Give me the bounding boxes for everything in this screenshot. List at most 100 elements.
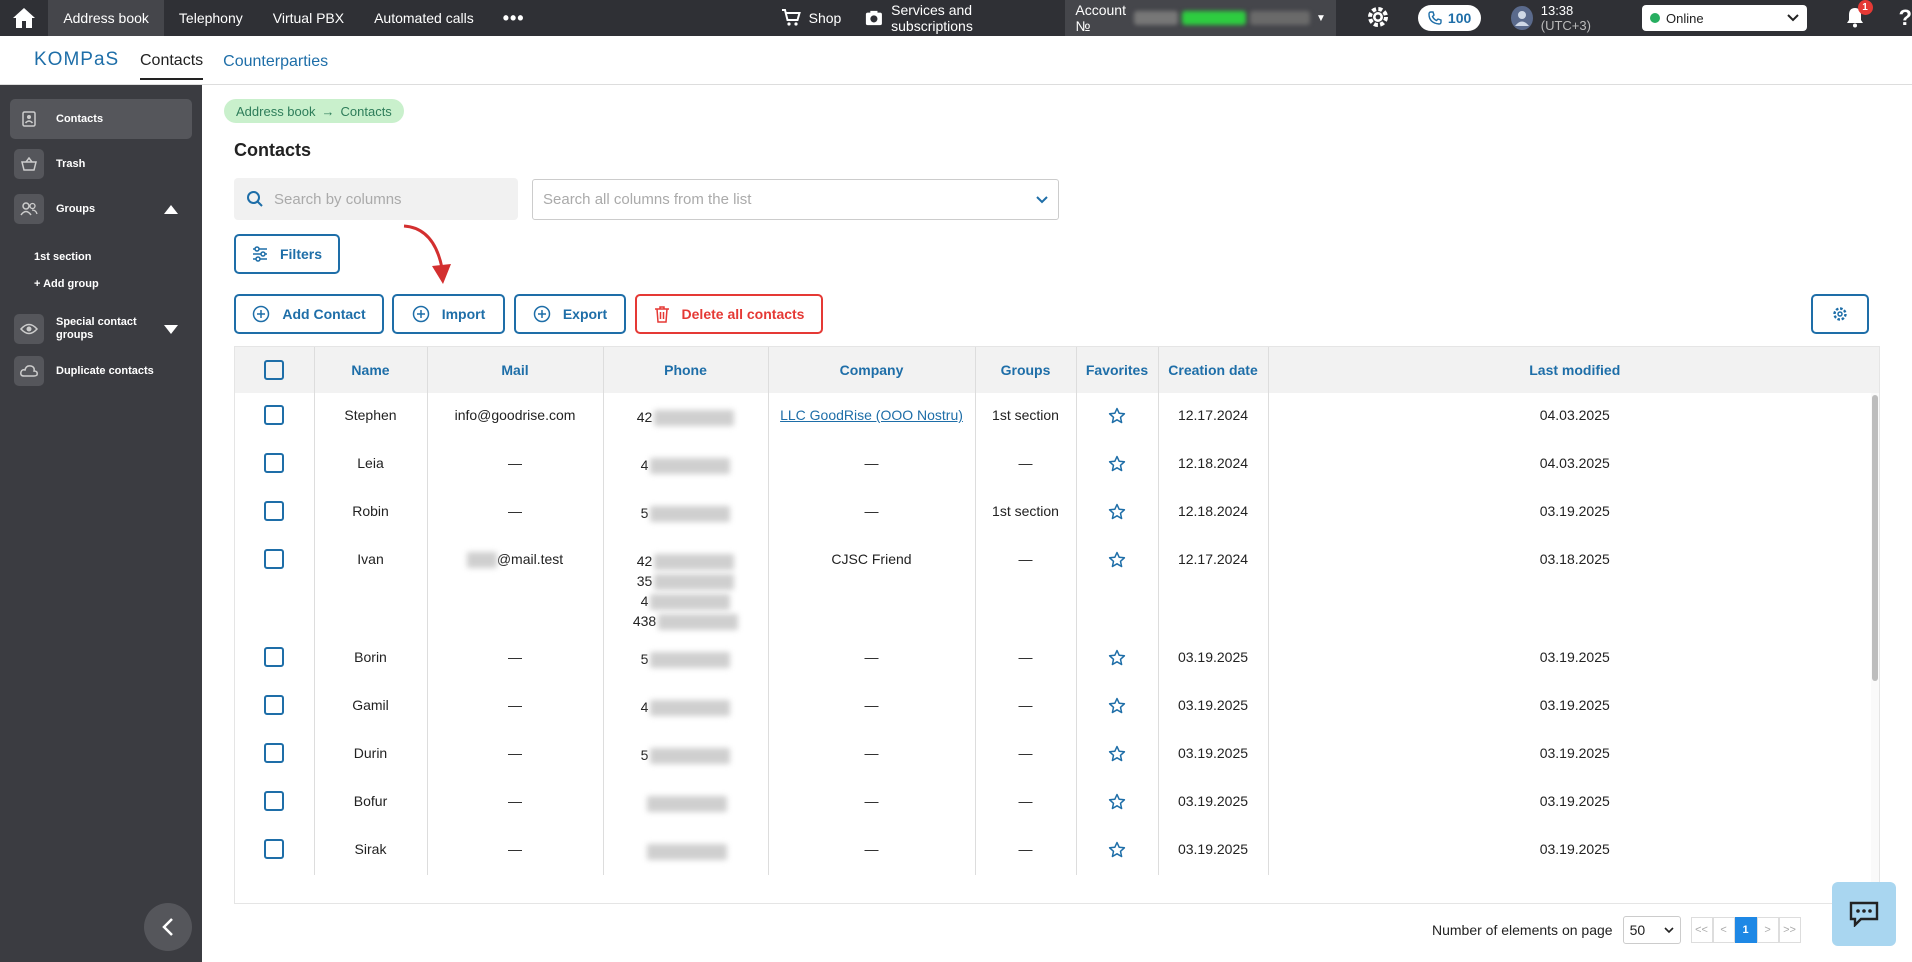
cell-mail: — [427,827,604,875]
table-scrollbar[interactable] [1871,393,1879,903]
delete-all-contacts-button[interactable]: Delete all contacts [635,294,823,334]
row-select-cell [235,683,315,731]
add-contact-label: Add Contact [282,306,366,322]
star-icon[interactable] [1108,551,1126,572]
sidebar-item-label: Duplicate contacts [56,365,154,377]
table-row[interactable]: Robin — 5 — 1st section 12.18.2024 03.19.2025 [235,489,1879,537]
export-button[interactable]: Export [514,294,626,334]
search-input[interactable] [274,190,494,208]
more-menu-button[interactable]: ••• [489,8,539,29]
nav-virtual-pbx[interactable]: Virtual PBX [258,0,359,36]
table-row[interactable]: Stephen info@goodrise.com 42 LLC GoodRise (… [235,393,1879,441]
select-all-checkbox[interactable] [264,360,285,380]
chevron-down-icon [1663,926,1674,933]
contacts-table-body: Stephen info@goodrise.com 42 LLC GoodRise (… [235,393,1879,875]
shop-link[interactable]: Shop [769,9,854,27]
scrollbar-thumb[interactable] [1872,395,1878,681]
first-page-button[interactable]: << [1690,917,1713,943]
column-header-last-modified[interactable]: Last modified [1268,347,1879,393]
filters-button[interactable]: Filters [234,234,340,274]
contacts-table: Name Mail Phone Company Groups Favorites… [234,346,1880,904]
star-icon[interactable] [1108,455,1126,476]
add-contact-button[interactable]: Add Contact [234,294,384,334]
row-checkbox[interactable] [264,549,285,570]
shop-label: Shop [808,10,842,26]
nav-automated-calls[interactable]: Automated calls [359,0,489,36]
table-row[interactable]: Ivan @mail.test 42 35 4 438 CJSC Friend — 12.17.… [235,537,1879,635]
breadcrumb-root[interactable]: Address book [236,104,316,119]
star-icon[interactable] [1108,841,1126,862]
columns-search-select[interactable]: Search all columns from the list [532,179,1059,220]
table-row[interactable]: Durin — 5 — — 03.19.2025 03.19.2025 [235,731,1879,779]
row-checkbox[interactable] [264,743,285,764]
nav-telephony[interactable]: Telephony [164,0,258,36]
sidebar-item-trash[interactable]: Trash [10,144,192,184]
table-row[interactable]: Borin — 5 — — 03.19.2025 03.19.2025 [235,635,1879,683]
row-checkbox[interactable] [264,791,285,812]
kompas-logo[interactable]: KOMPaS [34,49,140,71]
active-calls-counter[interactable]: 100 [1417,5,1482,31]
row-checkbox[interactable] [264,839,285,860]
notifications-bell-icon[interactable]: 1 [1845,0,1873,31]
table-settings-button[interactable] [1811,294,1869,334]
table-row[interactable]: Leia — 4 — — 12.18.2024 04.03.2025 [235,441,1879,489]
account-selector[interactable]: Account № ▼ [1065,0,1336,36]
column-header-mail[interactable]: Mail [427,347,604,393]
star-icon[interactable] [1108,745,1126,766]
star-icon[interactable] [1108,407,1126,428]
chat-support-button[interactable] [1832,882,1896,946]
column-header-creation-date[interactable]: Creation date [1158,347,1269,393]
sidebar-item-groups[interactable]: Groups [10,189,192,229]
row-checkbox[interactable] [264,453,285,474]
sidebar-item-duplicates[interactable]: Duplicate contacts [10,351,192,391]
page-buttons: << < 1 > >> [1690,917,1801,943]
table-row[interactable]: Gamil — 4 — — 03.19.2025 03.19.2025 [235,683,1879,731]
user-avatar[interactable] [1511,6,1533,30]
column-header-phone[interactable]: Phone [603,347,769,393]
row-checkbox[interactable] [264,501,285,522]
sidebar-item-special-groups[interactable]: Special contact groups [10,307,192,351]
chevron-up-icon[interactable] [164,204,178,214]
row-checkbox[interactable] [264,695,285,716]
nav-address-book[interactable]: Address book [48,0,164,36]
row-checkbox[interactable] [264,405,285,426]
phone-prefix: 5 [640,651,649,667]
star-icon[interactable] [1108,697,1126,718]
star-icon[interactable] [1108,793,1126,814]
company-value: CJSC Friend [831,551,912,567]
column-header-favorites[interactable]: Favorites [1076,347,1159,393]
last-page-button[interactable]: >> [1778,917,1801,943]
page-size-select[interactable]: 50 [1622,916,1681,944]
help-icon[interactable]: ? [1899,5,1912,31]
tab-contacts[interactable]: Contacts [140,40,204,80]
gear-icon[interactable] [1366,5,1390,32]
add-group-link[interactable]: + Add group [34,278,99,290]
tab-counterparties[interactable]: Counterparties [223,41,328,79]
home-icon[interactable] [0,0,48,36]
sidebar-item-contacts[interactable]: Contacts [10,99,192,139]
star-icon[interactable] [1108,649,1126,670]
star-icon[interactable] [1108,503,1126,524]
prev-page-button[interactable]: < [1712,917,1735,943]
import-button[interactable]: Import [392,294,505,334]
next-page-button[interactable]: > [1756,917,1779,943]
company-value[interactable]: LLC GoodRise (OOO Nostru) [780,407,963,423]
column-header-groups[interactable]: Groups [975,347,1077,393]
company-value: — [864,745,879,761]
table-row[interactable]: Sirak — — — 03.19.2025 03.19.2025 [235,827,1879,875]
company-value: — [864,841,879,857]
cell-company: — [768,441,976,489]
row-checkbox[interactable] [264,647,285,668]
column-header-name[interactable]: Name [314,347,428,393]
cell-phone: 5 [603,731,769,779]
chevron-down-icon[interactable] [164,324,178,334]
column-header-company[interactable]: Company [768,347,976,393]
table-row[interactable]: Bofur — — — 03.19.2025 03.19.2025 [235,779,1879,827]
page-button-current[interactable]: 1 [1734,917,1757,943]
status-select[interactable]: Online [1642,5,1807,31]
collapse-sidebar-button[interactable] [144,903,192,951]
cell-favorites [1076,489,1159,537]
services-link[interactable]: Services and subscriptions [853,2,1051,34]
sidebar: Contacts Trash Groups 1st section + Add … [0,85,202,962]
sidebar-group-1st-section[interactable]: 1st section [34,251,91,263]
